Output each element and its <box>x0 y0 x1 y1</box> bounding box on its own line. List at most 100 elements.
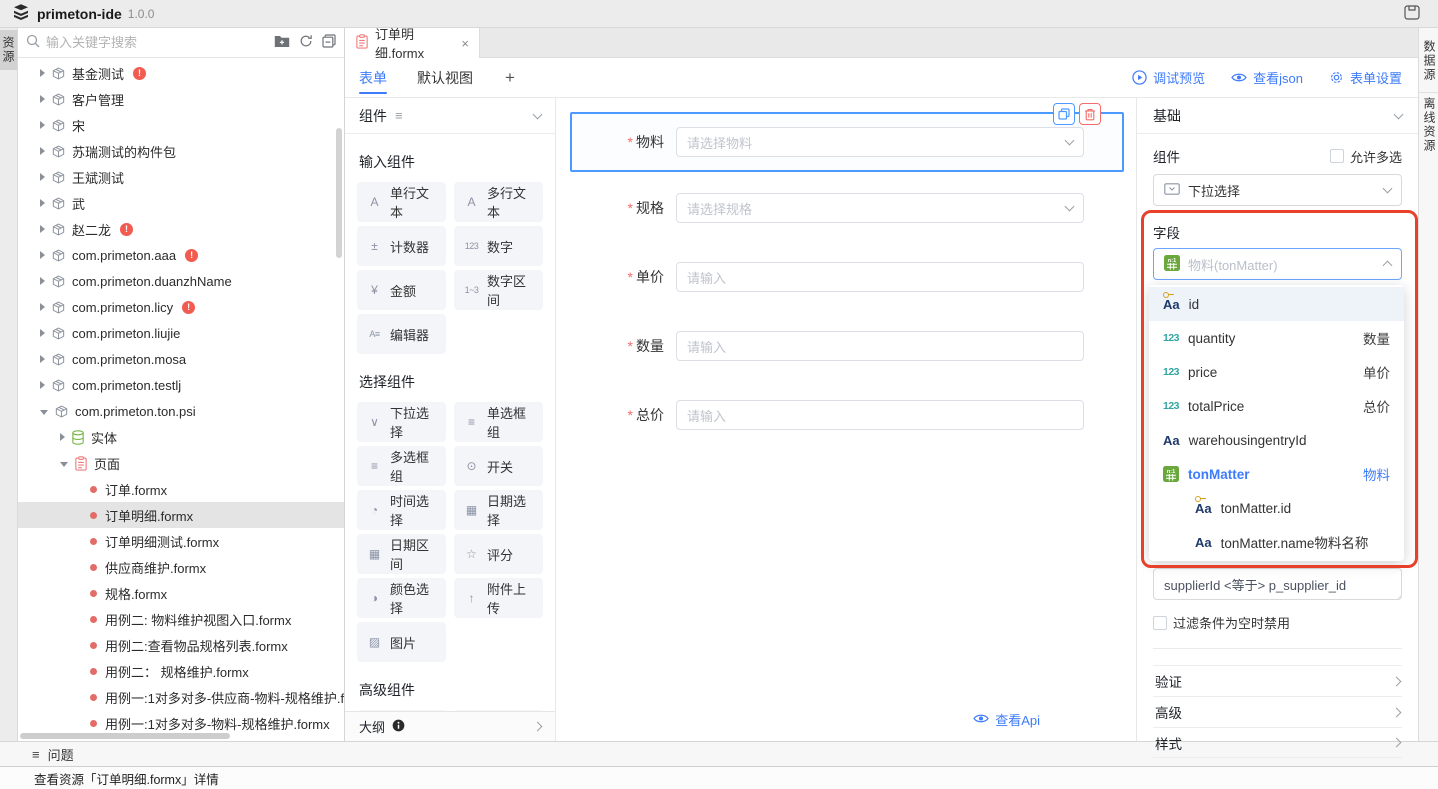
field-select-control[interactable]: 请选择规格 <box>676 193 1084 223</box>
dropdown-item-quantity[interactable]: 123quantity数量 <box>1149 321 1404 355</box>
tree-file-item[interactable]: 用例二： 规格维护.formx <box>18 658 344 684</box>
chevron-right-icon[interactable] <box>533 722 543 732</box>
tree-package-item[interactable]: com.primeton.testlj <box>18 372 344 398</box>
view-api-link[interactable]: 查看Api <box>973 710 1040 729</box>
allow-multi-select-checkbox[interactable]: 允许多选 <box>1330 147 1402 166</box>
collapse-all-icon[interactable] <box>322 34 336 51</box>
add-folder-icon[interactable] <box>274 35 290 51</box>
refresh-icon[interactable] <box>299 34 313 51</box>
dropdown-item-tonMatter.id[interactable]: AatonMatter.id <box>1149 491 1404 525</box>
expand-arrow-icon[interactable] <box>40 225 45 233</box>
search-input[interactable] <box>46 35 268 50</box>
checkbox-box[interactable] <box>1330 149 1344 163</box>
tree-package-item[interactable]: 基金测试! <box>18 60 344 86</box>
tree-file-item[interactable]: 供应商维护.formx <box>18 554 344 580</box>
tree-package-item[interactable]: 王斌测试 <box>18 164 344 190</box>
tree-node-entities[interactable]: 实体 <box>18 424 344 450</box>
expand-arrow-icon[interactable] <box>40 251 45 259</box>
canvas-field-row[interactable]: *物料请选择物料 <box>570 127 1124 157</box>
toolbar-button-gear[interactable]: 表单设置 <box>1329 68 1402 87</box>
expand-arrow-icon[interactable] <box>40 69 45 77</box>
tree-file-item[interactable]: 订单.formx <box>18 476 344 502</box>
checkbox-box[interactable] <box>1153 616 1167 630</box>
expand-arrow-icon[interactable] <box>40 355 45 363</box>
palette-item-checkbox-group[interactable]: ≡多选框组 <box>357 446 446 486</box>
inspector-section-验证[interactable]: 验证 <box>1153 665 1402 696</box>
palette-menu-icon[interactable]: ≡ <box>395 108 403 123</box>
expand-arrow-icon[interactable] <box>40 277 45 285</box>
tree-package-item[interactable]: 苏瑞测试的构件包 <box>18 138 344 164</box>
tree-file-item[interactable]: 用例二: 物料维护视图入口.formx <box>18 606 344 632</box>
toolbar-button-play[interactable]: 调试预览 <box>1132 68 1205 87</box>
tree-file-item[interactable]: 用例二:查看物品规格列表.formx <box>18 632 344 658</box>
rail-tab-数据源[interactable]: 数据源 <box>1419 36 1438 93</box>
canvas-field-row[interactable]: *规格请选择规格 <box>570 193 1124 223</box>
expand-arrow-icon[interactable] <box>40 303 45 311</box>
expand-arrow-icon[interactable] <box>40 381 45 389</box>
palette-item-time-picker[interactable]: ◔时间选择 <box>357 490 446 530</box>
chevron-down-icon[interactable] <box>533 109 543 119</box>
tree-package-item-expanded[interactable]: com.primeton.ton.psi <box>18 398 344 424</box>
expand-arrow-icon[interactable] <box>60 462 68 467</box>
tree-package-item[interactable]: com.primeton.liujie <box>18 320 344 346</box>
tree-file-item[interactable]: 用例一:1对多对多-供应商-物料-规格维护.formx <box>18 684 344 710</box>
tree-vertical-scrollbar[interactable] <box>336 128 342 258</box>
tree-horizontal-scrollbar[interactable] <box>20 733 230 739</box>
tree-package-item[interactable]: com.primeton.licy! <box>18 294 344 320</box>
dropdown-item-tonMatter.name[interactable]: AatonMatter.name物料名称 <box>1149 525 1404 559</box>
tree-package-item[interactable]: com.primeton.mosa <box>18 346 344 372</box>
copy-field-button[interactable] <box>1053 103 1075 125</box>
expand-arrow-icon[interactable] <box>40 199 45 207</box>
editor-tab-active[interactable]: 订单明细.formx × <box>345 28 480 58</box>
palette-item-counter[interactable]: ±计数器 <box>357 226 446 266</box>
palette-item-currency[interactable]: ¥金额 <box>357 270 446 310</box>
field-input-control[interactable]: 请输入 <box>676 262 1084 292</box>
dropdown-item-totalPrice[interactable]: 123totalPrice总价 <box>1149 389 1404 423</box>
palette-item-date-range[interactable]: ▦日期区间 <box>357 534 446 574</box>
canvas-field-row[interactable]: *总价请输入 <box>570 400 1124 430</box>
outline-bar[interactable]: 大纲 <box>345 711 555 741</box>
field-select-control[interactable]: 请选择物料 <box>676 127 1084 157</box>
tree-package-item[interactable]: com.primeton.aaa! <box>18 242 344 268</box>
tree-file-item[interactable]: 订单明细.formx <box>18 502 344 528</box>
filter-disable-checkbox[interactable]: 过滤条件为空时禁用 <box>1153 613 1402 632</box>
palette-item-image[interactable]: ▨图片 <box>357 622 446 662</box>
expand-arrow-icon[interactable] <box>40 121 45 129</box>
palette-header[interactable]: 组件 ≡ <box>345 98 555 134</box>
expand-arrow-icon[interactable] <box>40 329 45 337</box>
tree-file-item[interactable]: 规格.formx <box>18 580 344 606</box>
form-canvas[interactable]: 查看Api *物料请选择物料*规格请选择规格*单价请输入*数量请输入*总价请输入 <box>556 98 1136 741</box>
inspector-section-高级[interactable]: 高级 <box>1153 696 1402 727</box>
field-select[interactable]: n:1 物料(tonMatter) <box>1153 248 1402 280</box>
dropdown-item-price[interactable]: 123price单价 <box>1149 355 1404 389</box>
palette-item-radio-group[interactable]: ≡单选框组 <box>454 402 543 442</box>
tree-package-item[interactable]: 武 <box>18 190 344 216</box>
tab-form-view[interactable]: 表单 <box>359 58 387 98</box>
expand-arrow-icon[interactable] <box>60 433 65 441</box>
tree-package-item[interactable]: 赵二龙! <box>18 216 344 242</box>
expand-arrow-icon[interactable] <box>40 95 45 103</box>
palette-item-single-line-text[interactable]: A单行文本 <box>357 182 446 222</box>
dropdown-item-id[interactable]: Aaid <box>1149 287 1404 321</box>
palette-item-rate[interactable]: ☆评分 <box>454 534 543 574</box>
save-icon[interactable] <box>1404 5 1420 23</box>
palette-item-multi-line-text[interactable]: A多行文本 <box>454 182 543 222</box>
component-type-select[interactable]: 下拉选择 <box>1153 174 1402 206</box>
toolbar-button-eye[interactable]: 查看json <box>1231 68 1303 87</box>
dropdown-item-warehousingentryId[interactable]: AawarehousingentryId <box>1149 423 1404 457</box>
canvas-field-row[interactable]: *单价请输入 <box>570 262 1124 292</box>
expand-arrow-icon[interactable] <box>40 147 45 155</box>
tab-default-view[interactable]: 默认视图 <box>417 58 473 98</box>
tree-node-pages[interactable]: 页面 <box>18 450 344 476</box>
rail-tab-离线资源[interactable]: 离线资源 <box>1419 93 1438 163</box>
palette-item-switch[interactable]: ⊙开关 <box>454 446 543 486</box>
expand-arrow-icon[interactable] <box>40 173 45 181</box>
dropdown-item-tonMatter[interactable]: n:1tonMatter物料 <box>1149 457 1404 491</box>
palette-item-select[interactable]: ∨下拉选择 <box>357 402 446 442</box>
palette-item-color-picker[interactable]: ◑颜色选择 <box>357 578 446 618</box>
delete-field-button[interactable] <box>1079 103 1101 125</box>
tree-package-item[interactable]: 客户管理 <box>18 86 344 112</box>
chevron-down-icon[interactable] <box>1394 109 1404 119</box>
add-view-button[interactable]: + <box>505 68 515 88</box>
tree-file-item[interactable]: 订单明细测试.formx <box>18 528 344 554</box>
